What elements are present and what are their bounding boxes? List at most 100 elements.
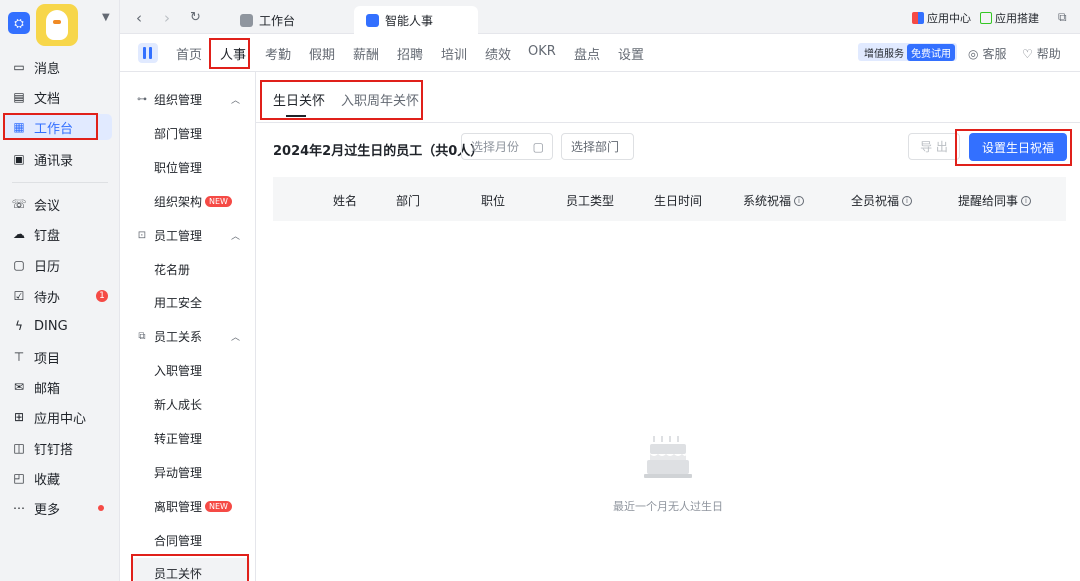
group-employee-management[interactable]: ⊡ 员工管理 ︿	[136, 225, 252, 245]
mod-leave[interactable]: 假期	[309, 44, 335, 63]
mail-icon: ✉	[13, 380, 25, 394]
module-nav: 首页 人事 考勤 假期 薪酬 招聘 培训 绩效 OKR 盘点 设置 增值服务 免…	[120, 34, 1080, 72]
avatar[interactable]	[36, 4, 78, 46]
nav-item-contacts[interactable]: ▣ 通讯录	[4, 146, 112, 172]
help-icon: ♡	[1022, 46, 1033, 61]
highlight-box	[3, 113, 98, 140]
nav-item-label: 待办	[34, 290, 61, 306]
todo-badge: 1	[96, 290, 108, 302]
nav-item-more[interactable]: ⋯ 更多	[4, 495, 112, 521]
mod-okr[interactable]: OKR	[528, 44, 556, 59]
nav-item-todo[interactable]: ☑ 待办 1	[4, 283, 112, 309]
nav-item-label: 钉盘	[34, 228, 61, 244]
tab-workbench[interactable]: 工作台	[228, 6, 307, 34]
mod-training[interactable]: 培训	[441, 44, 467, 63]
month-picker[interactable]: 选择月份 ▢	[461, 133, 553, 160]
page-heading: 2024年2月过生日的员工（共0人）	[273, 144, 484, 159]
back-icon[interactable]: ‹	[136, 9, 142, 27]
value-service-label: 增值服务	[864, 48, 904, 60]
export-button[interactable]: 导 出	[908, 133, 960, 160]
main-content: 生日关怀 入职周年关怀 2024年2月过生日的员工（共0人） 选择月份 ▢ 选择…	[256, 72, 1080, 581]
nav-item-meeting[interactable]: ☏ 会议	[4, 191, 112, 217]
sub-item-safety[interactable]: 用工安全	[154, 292, 202, 312]
nav-item-drive[interactable]: ☁ 钉盘	[4, 221, 112, 247]
cloud-icon: ☁	[13, 227, 25, 241]
sub-item-regularization[interactable]: 转正管理	[154, 428, 202, 448]
info-icon[interactable]: i	[902, 195, 913, 206]
highlight-box	[131, 554, 249, 581]
support-label: 客服	[982, 47, 1007, 61]
sub-item-dept[interactable]: 部门管理	[154, 123, 202, 143]
tab-smart-hr[interactable]: 智能人事	[354, 6, 478, 34]
refresh-icon[interactable]: ↻	[190, 10, 201, 25]
nav-item-builder[interactable]: ◫ 钉钉搭	[4, 435, 112, 461]
mod-salary[interactable]: 薪酬	[353, 44, 379, 63]
nav-item-label: DING	[34, 318, 68, 334]
sub-item-label: 离职管理	[154, 499, 203, 514]
app-center-link[interactable]: 应用中心	[912, 10, 971, 26]
nav-item-favorites[interactable]: ◰ 收藏	[4, 465, 112, 491]
nav-item-docs[interactable]: ▤ 文档	[4, 84, 112, 110]
mod-inventory[interactable]: 盘点	[574, 44, 600, 63]
sub-item-contract[interactable]: 合同管理	[154, 530, 202, 550]
sub-sidebar: ⊶ 组织管理 ︿ 部门管理 职位管理 组织架构 NEW ⊡ 员工管理 ︿ 花名册…	[120, 72, 256, 581]
nav-item-ding[interactable]: ϟ DING	[4, 313, 112, 339]
nav-item-label: 应用中心	[34, 411, 87, 427]
group-label: 组织管理	[154, 92, 203, 107]
apps-icon: ⊞	[13, 410, 25, 424]
mod-home[interactable]: 首页	[176, 44, 202, 63]
ding-icon: ϟ	[15, 319, 23, 333]
sub-item-growth[interactable]: 新人成长	[154, 394, 202, 414]
help-link[interactable]: ♡ 帮助	[1022, 45, 1061, 62]
tab-label: 智能人事	[385, 13, 434, 28]
mod-settings[interactable]: 设置	[618, 44, 644, 63]
value-service-badge[interactable]: 增值服务 免费试用	[858, 43, 957, 61]
sub-item-position[interactable]: 职位管理	[154, 157, 202, 177]
mod-recruit[interactable]: 招聘	[397, 44, 423, 63]
highlight-box	[260, 80, 423, 120]
nav-item-project[interactable]: ⊤ 项目	[4, 344, 112, 370]
group-org-management[interactable]: ⊶ 组织管理 ︿	[136, 89, 252, 109]
more-dot	[98, 505, 104, 511]
chevron-up-icon: ︿	[230, 95, 240, 106]
smart-hr-logo-icon	[138, 43, 158, 63]
dept-placeholder: 选择部门	[571, 140, 620, 154]
mod-attendance[interactable]: 考勤	[265, 44, 291, 63]
dept-picker[interactable]: 选择部门	[561, 133, 634, 160]
message-icon: ▭	[13, 60, 25, 74]
mod-performance[interactable]: 绩效	[485, 44, 511, 63]
group-employee-relations[interactable]: ⧉ 员工关系 ︿	[136, 326, 252, 346]
calendar-icon: ▢	[532, 139, 544, 154]
sub-item-onboarding[interactable]: 入职管理	[154, 360, 202, 380]
popout-icon[interactable]: ⧉	[1058, 10, 1067, 25]
info-icon[interactable]: i	[1021, 195, 1032, 206]
app-builder-link[interactable]: 应用搭建	[980, 10, 1039, 26]
nav-item-calendar[interactable]: ▢ 日历	[4, 252, 112, 278]
sub-item-roster[interactable]: 花名册	[154, 259, 190, 279]
calendar-icon: ▢	[13, 258, 25, 272]
nav-item-app-center[interactable]: ⊞ 应用中心	[4, 404, 112, 430]
nav-item-mail[interactable]: ✉ 邮箱	[4, 374, 112, 400]
support-link[interactable]: ◎ 客服	[968, 45, 1007, 62]
nav-item-messages[interactable]: ▭ 消息	[4, 54, 112, 80]
sub-item-transfer[interactable]: 异动管理	[154, 462, 202, 482]
app-center-label: 应用中心	[927, 12, 971, 25]
highlight-box	[955, 129, 1072, 166]
tab-label: 工作台	[259, 13, 296, 28]
chevron-down-icon[interactable]: ▼	[102, 12, 110, 23]
org-icon[interactable]: ⛭	[8, 12, 30, 34]
info-icon[interactable]: i	[794, 195, 805, 206]
sub-item-resignation[interactable]: 离职管理 NEW	[154, 496, 232, 516]
chevron-up-icon: ︿	[230, 231, 240, 242]
forward-icon[interactable]: ›	[164, 9, 170, 27]
nav-item-label: 邮箱	[34, 381, 61, 397]
chevron-up-icon: ︿	[230, 332, 240, 343]
sub-item-org-chart[interactable]: 组织架构 NEW	[154, 191, 232, 211]
col-employee-type: 员工类型	[566, 194, 615, 208]
new-badge: NEW	[205, 195, 232, 207]
employee-icon: ⊡	[137, 229, 147, 241]
highlight-box	[209, 38, 250, 69]
nav-item-label: 日历	[34, 259, 61, 275]
new-badge: NEW	[205, 500, 232, 512]
nav-item-label: 更多	[34, 502, 61, 518]
